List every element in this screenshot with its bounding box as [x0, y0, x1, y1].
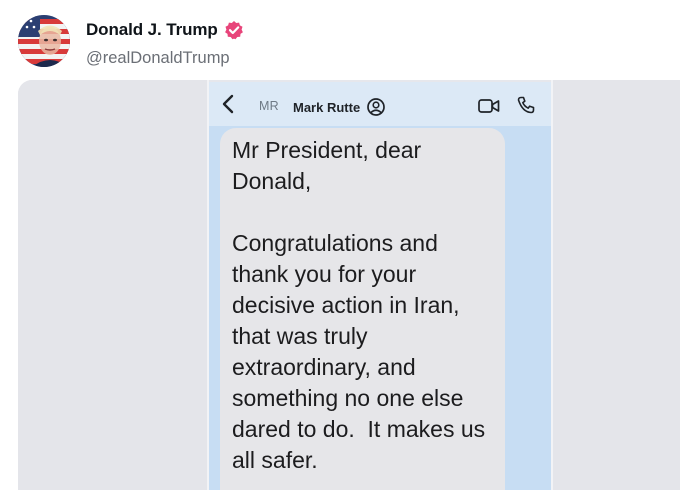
message-screenshot[interactable]: MR Mark Rutte Mr President, dear Donald,… [209, 82, 551, 490]
post-header: Donald J. Trump @realDonaldTrump [86, 19, 244, 68]
media-divider [551, 80, 553, 490]
contact-initials: MR [259, 99, 279, 113]
chevron-left-icon [221, 94, 237, 114]
video-camera-icon [478, 98, 500, 114]
chat-header: MR Mark Rutte [209, 82, 551, 126]
media-padding-right [552, 80, 680, 490]
name-row: Donald J. Trump [86, 19, 244, 41]
avatar[interactable] [18, 15, 70, 67]
phone-icon [517, 96, 535, 114]
flag-portrait-avatar [18, 15, 70, 67]
contact-name: Mark Rutte [293, 100, 361, 115]
message-text: Mr President, dear Donald, Congratulatio… [232, 137, 486, 473]
contact-info-icon [366, 97, 386, 117]
display-name[interactable]: Donald J. Trump [86, 20, 218, 40]
user-handle[interactable]: @realDonaldTrump [86, 49, 244, 68]
verified-badge-icon [224, 20, 244, 40]
media-attachment[interactable]: MR Mark Rutte Mr President, dear Donald,… [18, 80, 680, 490]
media-padding-left [18, 80, 208, 490]
